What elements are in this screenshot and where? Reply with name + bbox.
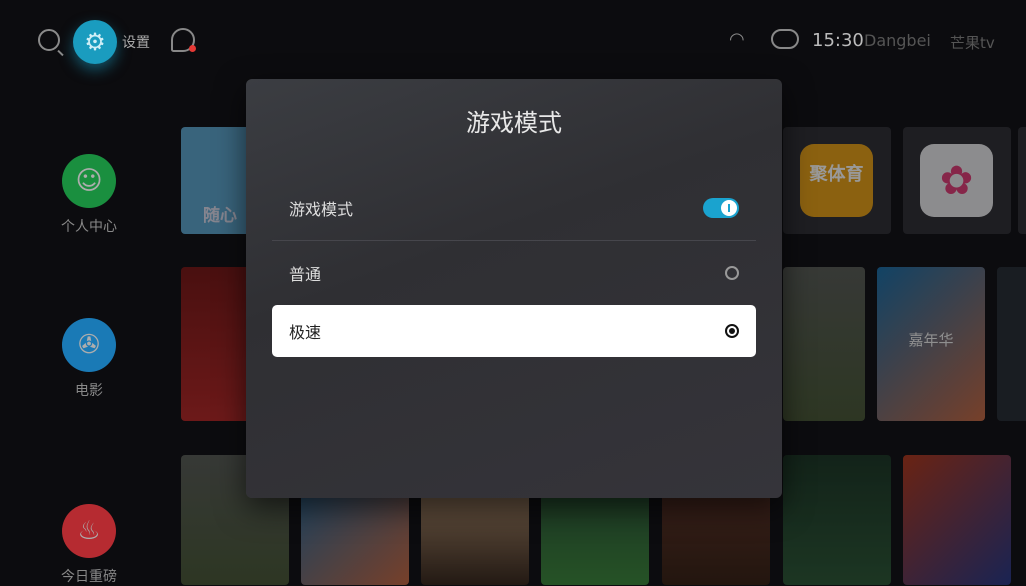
sidebar-item-movies[interactable]: ✇ 电影 <box>29 318 149 400</box>
option-label: 极速 <box>289 323 322 342</box>
person-icon: ☺ <box>62 154 116 208</box>
flame-icon: ♨ <box>62 504 116 558</box>
sidebar-item-label: 个人中心 <box>61 219 117 235</box>
radio-selected-icon[interactable] <box>725 324 739 338</box>
notification-dot <box>189 45 196 52</box>
sidebar-item-label: 电影 <box>75 383 103 399</box>
brand-logo: Dangbei <box>864 31 931 50</box>
cloud-weather-icon <box>771 29 799 49</box>
top-bar: ⚙ 设置 ◠ 15:30 Dangbei 芒果tv <box>0 0 1026 84</box>
app-tile-flower[interactable]: ✿ <box>903 127 1011 234</box>
movie-poster[interactable] <box>903 455 1011 585</box>
movie-poster[interactable] <box>783 455 891 585</box>
sports-app-icon: 聚体育 <box>800 144 873 217</box>
sidebar-item-label: 今日重磅 <box>61 569 117 585</box>
settings-gear-icon[interactable]: ⚙ <box>73 20 117 64</box>
film-reel-icon: ✇ <box>62 318 116 372</box>
app-tile-sports[interactable]: 聚体育 <box>783 127 891 234</box>
sidebar-item-personal-center[interactable]: ☺ 个人中心 <box>29 154 149 236</box>
clock-time: 15:30 <box>812 30 864 51</box>
movie-poster[interactable]: 嘉年华 <box>877 267 985 421</box>
sidebar-item-today-highlights[interactable]: ♨ 今日重磅 <box>29 504 149 586</box>
poster-title: 嘉年华 <box>908 331 954 349</box>
app-tile[interactable] <box>1018 127 1026 234</box>
game-mode-toggle-row[interactable]: 游戏模式 <box>272 182 756 234</box>
option-label: 普通 <box>289 265 322 284</box>
search-icon[interactable] <box>38 29 60 51</box>
tile-label: 随心 <box>203 206 237 226</box>
movie-poster[interactable] <box>783 267 865 421</box>
toggle-label: 游戏模式 <box>289 200 354 219</box>
partner-logo: 芒果tv <box>950 34 995 52</box>
option-fast[interactable]: 极速 <box>272 305 756 357</box>
wifi-icon: ◠ <box>729 29 745 50</box>
game-mode-dialog: 游戏模式 游戏模式 普通 极速 <box>246 79 782 498</box>
movie-poster[interactable] <box>997 267 1026 421</box>
divider <box>272 240 756 241</box>
flower-app-icon: ✿ <box>920 144 993 217</box>
option-normal[interactable]: 普通 <box>272 247 756 299</box>
game-mode-toggle[interactable] <box>703 198 739 218</box>
radio-unselected-icon[interactable] <box>725 266 739 280</box>
dialog-title: 游戏模式 <box>466 109 562 137</box>
settings-label: 设置 <box>122 35 150 51</box>
